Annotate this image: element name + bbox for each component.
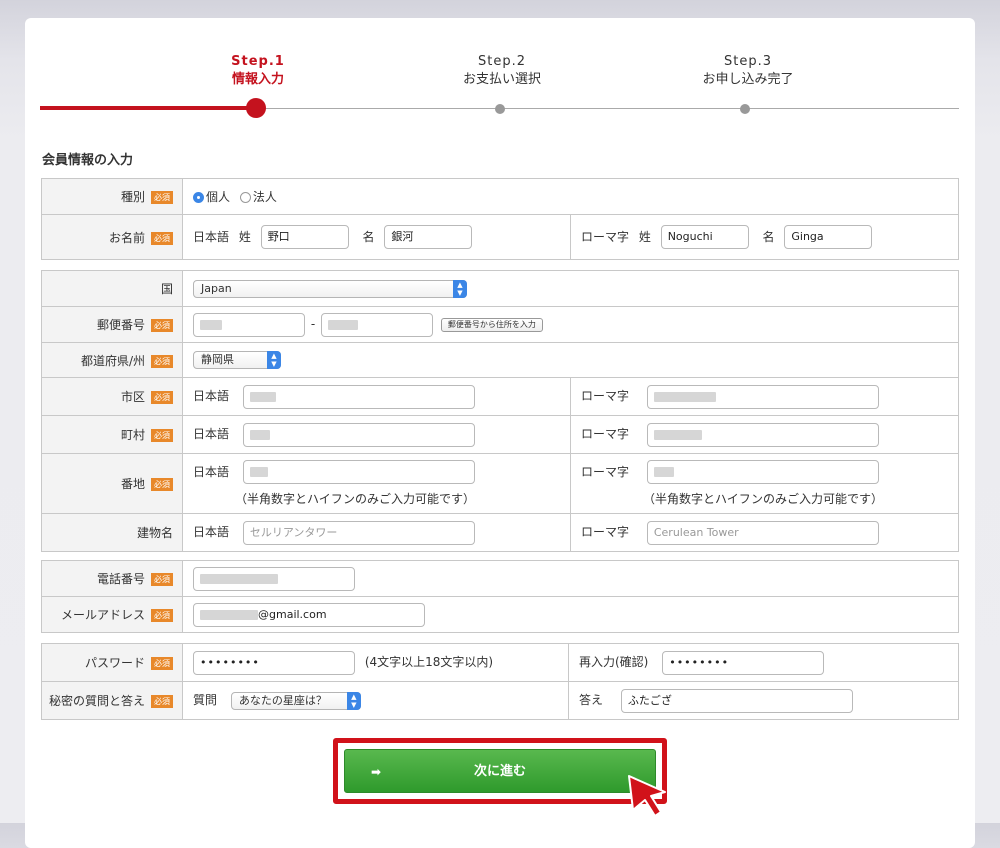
section-title: 会員情報の入力 <box>42 153 134 168</box>
answer-cell: 答え ふたござ <box>568 681 959 720</box>
step-1: Step.1 情報入力 <box>168 53 348 89</box>
next-button[interactable]: ➡ 次に進む <box>344 749 656 793</box>
email-input[interactable]: @gmail.com <box>193 602 425 627</box>
city-en-input[interactable] <box>646 384 879 409</box>
select-arrows-icon: ▲ ▼ <box>346 691 361 710</box>
step-2-number: Step.2 <box>477 54 526 69</box>
postal-lookup-button[interactable]: 郵便番号から住所を入力 <box>440 317 543 332</box>
building-jp-input[interactable]: セルリアンタワー <box>242 520 475 545</box>
redacted-text <box>249 429 270 440</box>
street-jp-cell: 日本語 （半角数字とハイフンのみご入力可能です） <box>182 453 571 514</box>
redacted-text <box>200 573 278 584</box>
step-1-label: 情報入力 <box>231 72 284 87</box>
contact-table: 電話番号 必須 メールアドレス 必須 @gmail.com <box>41 560 959 633</box>
password-confirm-cell: 再入力(確認) •••••••• <box>568 643 959 682</box>
country-cell: Japan ▲ ▼ <box>182 270 959 307</box>
building-jp-cell: 日本語 セルリアンタワー <box>182 513 571 552</box>
secret-label: 秘密の質問と答え 必須 <box>41 681 183 720</box>
street-en-note: （半角数字とハイフンのみご入力可能です） <box>643 492 884 506</box>
city-jp-input[interactable] <box>242 384 475 409</box>
step-1-dot <box>246 98 266 118</box>
name-label: お名前 必須 <box>41 214 183 260</box>
street-jp-note: （半角数字とハイフンのみご入力可能です） <box>235 492 476 506</box>
password-confirm-input[interactable]: •••••••• <box>662 650 825 675</box>
phone-cell <box>182 560 959 597</box>
select-arrows-icon: ▲ ▼ <box>453 279 467 298</box>
step-2-dot <box>495 104 505 114</box>
password-label: パスワード 必須 <box>41 643 183 682</box>
town-label: 町村 必須 <box>41 415 183 454</box>
password-cell: •••••••• (4文字以上18文字以内) <box>182 643 569 682</box>
first-name-jp-input[interactable]: 銀河 <box>384 225 473 249</box>
street-jp-input[interactable] <box>242 460 475 484</box>
prefecture-label: 都道府県/州 必須 <box>41 342 183 378</box>
redacted-text <box>653 429 702 440</box>
type-label: 種別 必須 <box>41 178 183 215</box>
type-cell: 個人 法人 <box>182 178 959 215</box>
step-3-dot <box>740 104 750 114</box>
submit-highlight-frame: ➡ 次に進む <box>333 738 667 804</box>
redacted-text <box>249 467 268 477</box>
secret-question-select[interactable]: あなたの星座は？ ▲ ▼ <box>230 691 361 710</box>
first-name-en-input[interactable]: Ginga <box>784 225 873 249</box>
redacted-text <box>200 609 258 620</box>
step-3-label: お申し込み完了 <box>702 72 794 87</box>
progress-fill <box>40 106 258 110</box>
prefecture-select[interactable]: 静岡県 ▲ ▼ <box>193 351 281 369</box>
step-2: Step.2 お支払い選択 <box>412 53 592 89</box>
country-select[interactable]: Japan ▲ ▼ <box>193 279 467 298</box>
country-label: 国 <box>41 270 183 307</box>
street-label: 番地 必須 <box>41 453 183 514</box>
radio-unchecked-icon <box>239 192 251 203</box>
building-en-cell: ローマ字 Cerulean Tower <box>570 513 959 552</box>
required-badge: 必須 <box>151 191 173 204</box>
town-en-cell: ローマ字 <box>570 415 959 454</box>
city-en-cell: ローマ字 <box>570 377 959 416</box>
arrow-right-icon: ➡ <box>371 765 382 779</box>
building-en-input[interactable]: Cerulean Tower <box>646 520 879 545</box>
step-3-number: Step.3 <box>723 54 772 69</box>
city-label: 市区 必須 <box>41 377 183 416</box>
redacted-text <box>249 391 276 402</box>
step-2-label: お支払い選択 <box>462 72 541 87</box>
redacted-text <box>653 391 716 402</box>
password-table: パスワード 必須 •••••••• (4文字以上18文字以内) 再入力(確認) •… <box>41 643 959 720</box>
step-3: Step.3 お申し込み完了 <box>658 53 838 89</box>
radio-corporate[interactable]: 法人 <box>239 190 277 204</box>
name-en-cell: ローマ字 姓 Noguchi 名 Ginga <box>570 214 959 260</box>
street-en-input[interactable] <box>646 460 879 484</box>
password-input[interactable]: •••••••• <box>193 650 355 675</box>
step-1-number: Step.1 <box>231 54 285 69</box>
street-en-cell: ローマ字 （半角数字とハイフンのみご入力可能です） <box>570 453 959 514</box>
town-jp-input[interactable] <box>242 422 475 447</box>
building-label: 建物名 <box>41 513 183 552</box>
cursor-pointer-icon <box>628 775 666 817</box>
phone-input[interactable] <box>193 566 355 591</box>
postal-code-first-input[interactable] <box>193 312 305 337</box>
phone-label: 電話番号 必須 <box>41 560 183 597</box>
radio-checked-icon <box>193 192 204 203</box>
redacted-text <box>200 319 222 330</box>
select-arrows-icon: ▲ ▼ <box>267 351 281 369</box>
postal-label: 郵便番号 必須 <box>41 306 183 343</box>
member-type-name-table: 種別 必須 個人 法人 お名前 必須 日本語 姓 野口 名 銀河 ローマ字 姓 No… <box>41 178 959 260</box>
radio-individual[interactable]: 個人 <box>193 190 230 204</box>
email-cell: @gmail.com <box>182 596 959 633</box>
secret-answer-input[interactable]: ふたござ <box>620 688 853 713</box>
town-jp-cell: 日本語 <box>182 415 571 454</box>
postal-code-second-input[interactable] <box>321 312 433 337</box>
last-name-jp-input[interactable]: 野口 <box>260 225 349 249</box>
redacted-text <box>328 319 358 330</box>
address-table: 国 Japan ▲ ▼ 郵便番号 必須 - 郵便番号から住所を入力 都道府県/州 必須 … <box>41 270 959 552</box>
password-note: (4文字以上18文字以内) <box>364 655 494 669</box>
last-name-en-input[interactable]: Noguchi <box>660 225 749 249</box>
redacted-text <box>653 467 674 477</box>
postal-cell: - 郵便番号から住所を入力 <box>182 306 959 343</box>
name-jp-cell: 日本語 姓 野口 名 銀河 <box>182 214 571 260</box>
town-en-input[interactable] <box>646 422 879 447</box>
prefecture-cell: 静岡県 ▲ ▼ <box>182 342 959 378</box>
email-label: メールアドレス 必須 <box>41 596 183 633</box>
city-jp-cell: 日本語 <box>182 377 571 416</box>
question-cell: 質問 あなたの星座は？ ▲ ▼ <box>182 681 569 720</box>
